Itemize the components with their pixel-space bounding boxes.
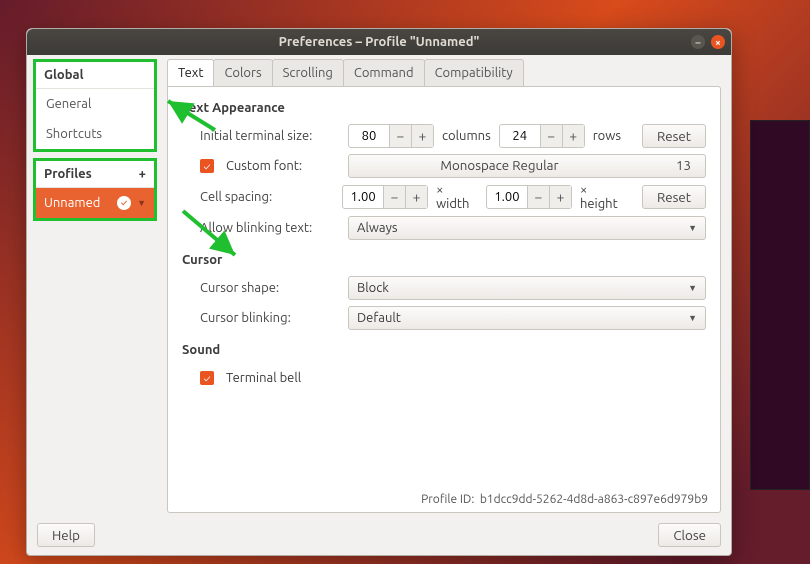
- unit-cell-height: × height: [580, 183, 626, 211]
- label-cursor-blinking: Cursor blinking:: [200, 311, 340, 325]
- label-blinking-text: Allow blinking text:: [200, 221, 340, 235]
- add-profile-button[interactable]: +: [139, 167, 146, 181]
- columns-decr[interactable]: −: [389, 125, 411, 147]
- sidebar-profiles-group: Profiles + Unnamed ✓ ▼: [33, 158, 157, 221]
- tab-compatibility[interactable]: Compatibility: [424, 59, 524, 86]
- sidebar: Global General Shortcuts Profiles + Unna…: [27, 55, 163, 517]
- sidebar-item-general[interactable]: General: [36, 89, 154, 119]
- label-terminal-bell: Terminal bell: [226, 371, 301, 385]
- profile-id-value: b1dcc9dd-5262-4d8d-a863-c897e6d979b9: [480, 493, 708, 506]
- cursor-shape-dropdown[interactable]: Block ▼: [348, 276, 706, 300]
- sidebar-profiles-header: Profiles +: [36, 161, 154, 188]
- help-button[interactable]: Help: [37, 523, 95, 547]
- preferences-window: Preferences – Profile "Unnamed" – × Glob…: [26, 28, 732, 556]
- dialog-footer: Help Close: [27, 517, 731, 555]
- tab-bar: Text Colors Scrolling Command Compatibil…: [167, 59, 721, 86]
- profile-id-label: Profile ID:: [421, 493, 474, 506]
- cell-width-decr[interactable]: −: [383, 186, 405, 208]
- cell-height-spinner[interactable]: − +: [486, 185, 572, 209]
- columns-spinner[interactable]: − +: [348, 124, 434, 148]
- tab-colors[interactable]: Colors: [213, 59, 272, 86]
- label-custom-font: Custom font:: [226, 159, 340, 173]
- rows-decr[interactable]: −: [540, 125, 562, 147]
- active-profile-icon: ✓: [117, 196, 131, 210]
- sidebar-global-header: Global: [36, 62, 154, 89]
- font-name: Monospace Regular: [440, 158, 558, 174]
- label-cell-spacing: Cell spacing:: [200, 190, 334, 204]
- cell-width-incr[interactable]: +: [405, 186, 427, 208]
- profile-label: Unnamed: [44, 196, 111, 210]
- reset-cell-button[interactable]: Reset: [642, 185, 706, 209]
- section-sound: Sound: [182, 343, 706, 357]
- profile-id: Profile ID: b1dcc9dd-5262-4d8d-a863-c897…: [421, 493, 708, 506]
- cursor-blinking-dropdown[interactable]: Default ▼: [348, 306, 706, 330]
- close-icon[interactable]: ×: [711, 35, 725, 49]
- tab-content: Text Appearance Initial terminal size: −…: [167, 86, 721, 513]
- sidebar-global-group: Global General Shortcuts: [33, 59, 157, 152]
- columns-incr[interactable]: +: [411, 125, 433, 147]
- blinking-text-value: Always: [357, 221, 398, 235]
- profile-menu-icon[interactable]: ▼: [137, 198, 146, 208]
- cursor-shape-value: Block: [357, 281, 389, 295]
- chevron-down-icon: ▼: [688, 313, 697, 323]
- cursor-blinking-value: Default: [357, 311, 401, 325]
- titlebar[interactable]: Preferences – Profile "Unnamed" – ×: [27, 29, 731, 55]
- cell-height-input[interactable]: [487, 189, 527, 205]
- columns-input[interactable]: [349, 128, 389, 144]
- sidebar-profile-unnamed[interactable]: Unnamed ✓ ▼: [36, 188, 154, 218]
- cell-height-incr[interactable]: +: [549, 186, 571, 208]
- section-text-appearance: Text Appearance: [182, 101, 706, 115]
- tab-text[interactable]: Text: [167, 59, 214, 86]
- rows-incr[interactable]: +: [562, 125, 584, 147]
- sidebar-global-title: Global: [44, 68, 84, 82]
- tab-scrolling[interactable]: Scrolling: [272, 59, 344, 86]
- blinking-text-dropdown[interactable]: Always ▼: [348, 216, 706, 240]
- sidebar-profiles-title: Profiles: [44, 167, 92, 181]
- section-cursor: Cursor: [182, 253, 706, 267]
- unit-rows: rows: [593, 129, 621, 143]
- minimize-icon[interactable]: –: [691, 35, 705, 49]
- sidebar-item-shortcuts[interactable]: Shortcuts: [36, 119, 154, 149]
- window-title: Preferences – Profile "Unnamed": [279, 35, 480, 49]
- custom-font-checkbox[interactable]: ✓: [200, 159, 214, 173]
- rows-input[interactable]: [500, 128, 540, 144]
- cell-width-input[interactable]: [343, 189, 383, 205]
- unit-cell-width: × width: [436, 183, 478, 211]
- font-size: 13: [676, 158, 691, 174]
- tab-command[interactable]: Command: [343, 59, 425, 86]
- label-cursor-shape: Cursor shape:: [200, 281, 340, 295]
- terminal-bell-checkbox[interactable]: ✓: [200, 371, 214, 385]
- reset-size-button[interactable]: Reset: [642, 124, 706, 148]
- content-pane: Text Colors Scrolling Command Compatibil…: [163, 55, 731, 517]
- cell-height-decr[interactable]: −: [527, 186, 549, 208]
- chevron-down-icon: ▼: [688, 283, 697, 293]
- rows-spinner[interactable]: − +: [499, 124, 585, 148]
- label-initial-size: Initial terminal size:: [200, 129, 340, 143]
- background-terminal-window: [750, 120, 810, 490]
- cell-width-spinner[interactable]: − +: [342, 185, 428, 209]
- close-button[interactable]: Close: [658, 523, 721, 547]
- chevron-down-icon: ▼: [688, 223, 697, 233]
- unit-columns: columns: [442, 129, 491, 143]
- font-chooser-button[interactable]: Monospace Regular 13: [348, 154, 706, 178]
